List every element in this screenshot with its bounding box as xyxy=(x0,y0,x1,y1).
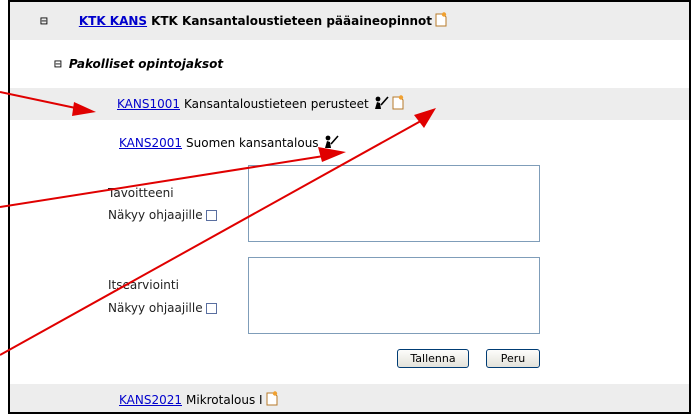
self-eval-visibility: Näkyy ohjaajille xyxy=(108,301,217,315)
study-plan-panel: ⊟ KTK KANS KTK Kansantaloustieteen pääai… xyxy=(8,0,691,414)
self-eval-label: Itsearviointi xyxy=(108,278,179,292)
goals-visibility: Näkyy ohjaajille xyxy=(108,208,217,222)
course-name: Suomen kansantalous xyxy=(186,136,319,150)
program-row: ⊟ KTK KANS KTK Kansantaloustieteen pääai… xyxy=(10,2,689,40)
edit-goals-icon[interactable] xyxy=(373,95,389,113)
edit-goals-icon[interactable] xyxy=(323,134,339,152)
goals-visible-checkbox[interactable] xyxy=(205,210,217,221)
course-name: Kansantaloustieteen perusteet xyxy=(184,97,369,111)
document-icon[interactable] xyxy=(266,391,278,409)
course-name: Mikrotalous I xyxy=(186,393,263,407)
course-code-link[interactable]: KANS2001 xyxy=(119,136,182,150)
course-row: KANS2021 Mikrotalous I xyxy=(10,384,689,412)
course-row: KANS2001 Suomen kansantalous xyxy=(10,128,689,158)
course-code-link[interactable]: KANS2021 xyxy=(119,393,182,407)
goals-label: Tavoitteeni xyxy=(108,186,174,200)
group-name: Pakolliset opintojaksot xyxy=(68,57,224,71)
self-eval-visible-checkbox[interactable] xyxy=(205,303,217,314)
collapse-toggle-group[interactable]: ⊟ xyxy=(54,57,62,72)
course-code-link[interactable]: KANS1001 xyxy=(117,97,180,111)
program-code-link[interactable]: KTK KANS xyxy=(79,14,147,28)
document-icon[interactable] xyxy=(392,95,404,113)
goals-textarea[interactable] xyxy=(248,165,540,242)
program-name: KTK Kansantaloustieteen pääaineopinnot xyxy=(151,14,433,28)
group-row: ⊟ Pakolliset opintojaksot xyxy=(10,50,689,78)
goals-visible-label: Näkyy ohjaajille xyxy=(108,208,203,222)
collapse-toggle-program[interactable]: ⊟ xyxy=(40,14,48,29)
document-icon[interactable] xyxy=(435,12,447,30)
self-eval-textarea[interactable] xyxy=(248,257,540,334)
course-row: KANS1001 Kansantaloustieteen perusteet xyxy=(10,88,689,120)
cancel-button[interactable]: Peru xyxy=(486,349,540,368)
self-eval-visible-label: Näkyy ohjaajille xyxy=(108,301,203,315)
save-button[interactable]: Tallenna xyxy=(397,349,469,368)
